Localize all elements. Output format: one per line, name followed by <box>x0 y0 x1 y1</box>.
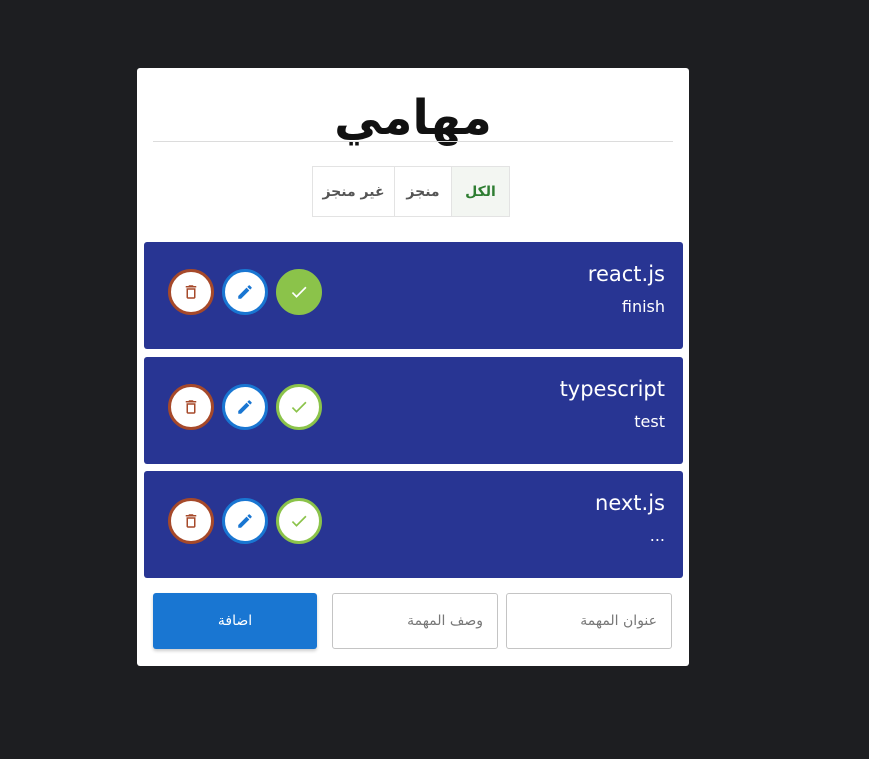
todo-item: react.js finish <box>144 242 683 349</box>
todo-description: test <box>634 412 665 431</box>
trash-icon <box>182 283 200 301</box>
todo-item: next.js ... <box>144 471 683 578</box>
delete-button[interactable] <box>168 269 214 315</box>
trash-icon <box>182 398 200 416</box>
filter-group: غير منجز منجز الكل <box>312 166 510 217</box>
task-title-input[interactable] <box>506 593 672 649</box>
todo-card: مهامي غير منجز منجز الكل react.js finish… <box>137 68 689 666</box>
pencil-icon <box>236 283 254 301</box>
check-icon <box>289 397 309 417</box>
complete-toggle-button[interactable] <box>276 384 322 430</box>
delete-button[interactable] <box>168 498 214 544</box>
task-description-input[interactable] <box>332 593 498 649</box>
delete-button[interactable] <box>168 384 214 430</box>
filter-not-done-button[interactable]: غير منجز <box>312 166 395 217</box>
todo-title: next.js <box>595 491 665 515</box>
todo-description: ... <box>649 526 665 545</box>
filter-done-button[interactable]: منجز <box>394 166 452 217</box>
check-icon <box>289 511 309 531</box>
pencil-icon <box>236 512 254 530</box>
complete-toggle-button[interactable] <box>276 498 322 544</box>
complete-toggle-button[interactable] <box>276 269 322 315</box>
edit-button[interactable] <box>222 498 268 544</box>
todo-title: typescript <box>559 377 665 401</box>
edit-button[interactable] <box>222 384 268 430</box>
filter-all-button[interactable]: الكل <box>451 166 510 217</box>
pencil-icon <box>236 398 254 416</box>
title-divider <box>153 141 673 142</box>
edit-button[interactable] <box>222 269 268 315</box>
todo-title: react.js <box>587 262 665 286</box>
check-icon <box>289 282 309 302</box>
page-title: مهامي <box>334 90 492 146</box>
todo-description: finish <box>621 297 665 316</box>
todo-item: typescript test <box>144 357 683 464</box>
trash-icon <box>182 512 200 530</box>
add-task-button[interactable]: اضافة <box>153 593 317 649</box>
